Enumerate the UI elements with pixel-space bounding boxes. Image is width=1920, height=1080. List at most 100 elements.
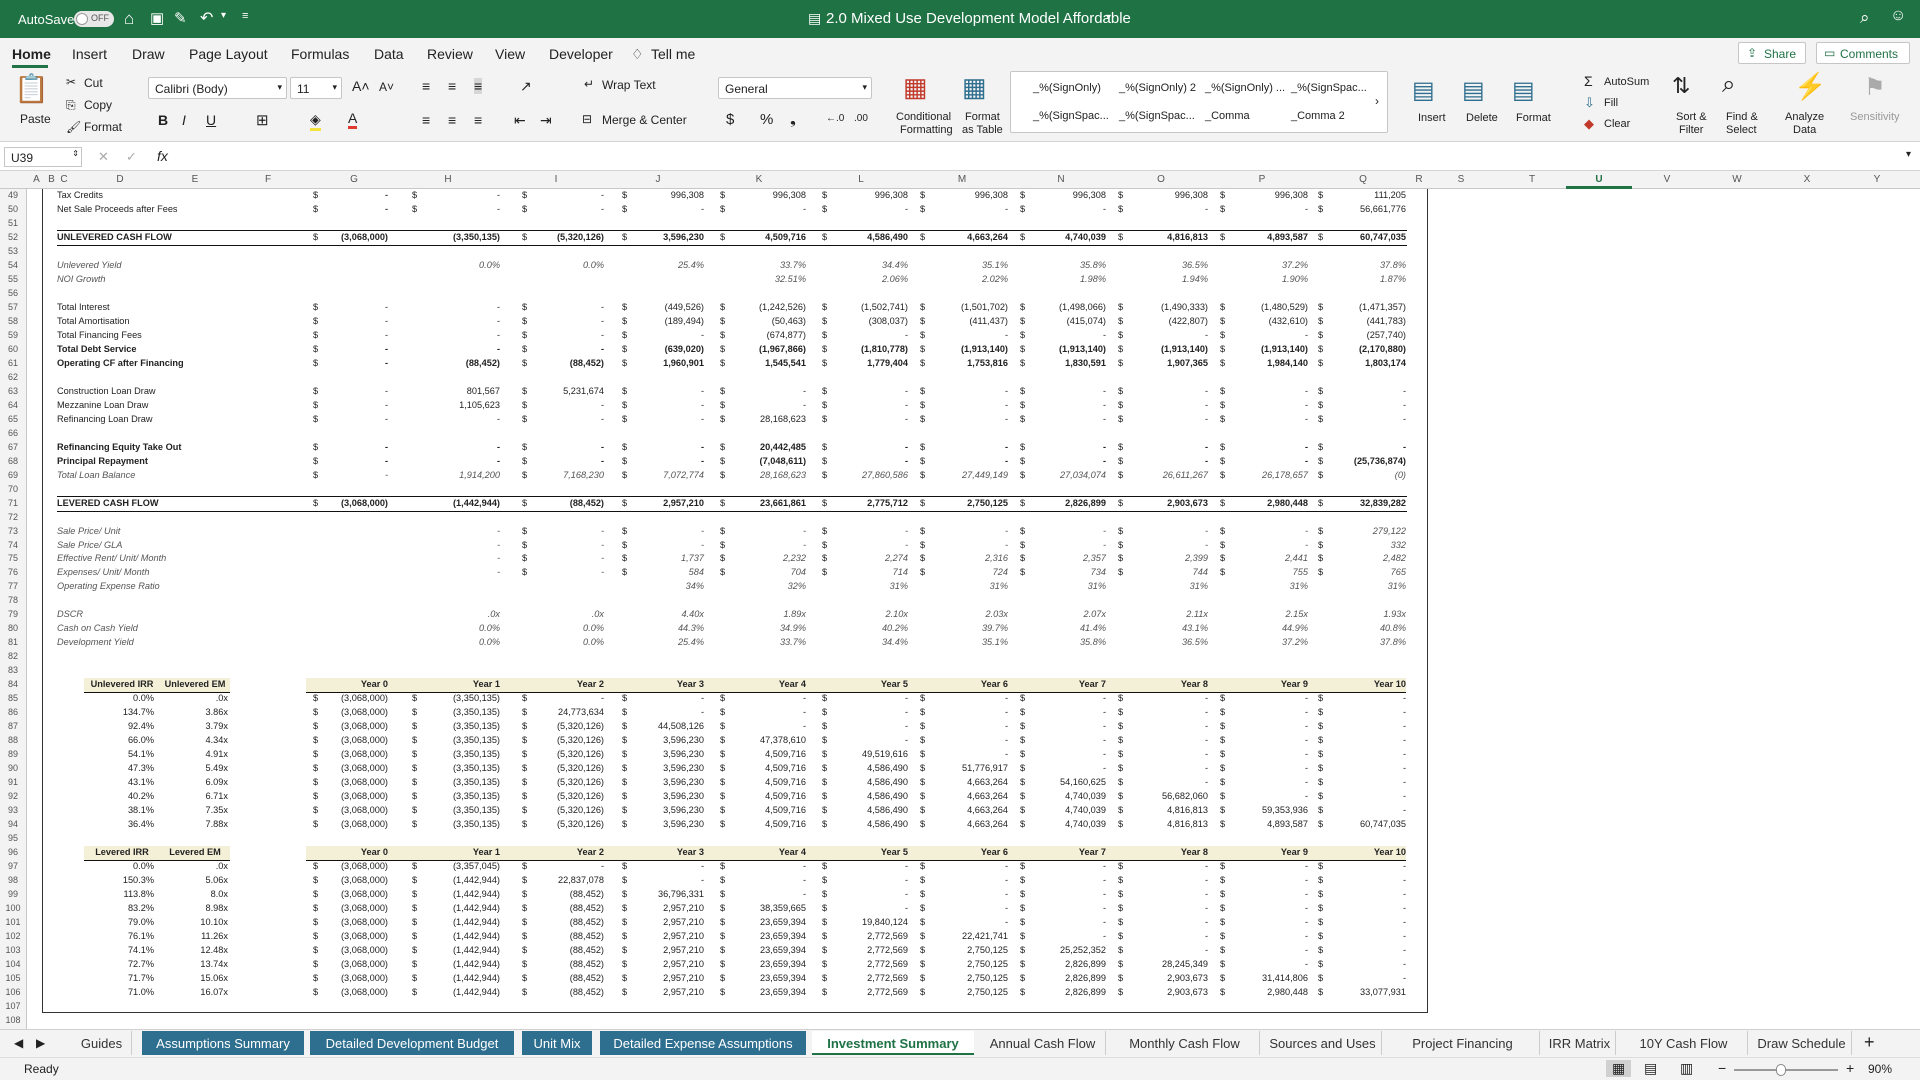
cell-value[interactable]: 2,232	[706, 552, 806, 565]
cash-flow-value[interactable]: -	[716, 874, 806, 887]
cell-value[interactable]: 25.4%	[604, 636, 704, 649]
row-header[interactable]: 101	[0, 916, 26, 930]
cell-value[interactable]: -	[908, 329, 1008, 342]
cash-flow-value[interactable]: 2,957,210	[614, 902, 704, 915]
cash-flow-value[interactable]: (3,068,000)	[298, 762, 388, 775]
column-header[interactable]: H	[392, 174, 504, 185]
cell-value[interactable]: -	[1108, 399, 1208, 412]
cell-value[interactable]: -	[1006, 525, 1106, 538]
cell-value[interactable]: 1.94%	[1108, 273, 1208, 286]
cell-value[interactable]: 1,960,901	[604, 357, 704, 370]
merge-center-button[interactable]: Merge & Center	[602, 113, 687, 127]
cash-flow-value[interactable]: (3,068,000)	[298, 734, 388, 747]
wrap-text-button[interactable]: Wrap Text	[602, 78, 656, 92]
cell-value[interactable]: 2,274	[808, 552, 908, 565]
cash-flow-value[interactable]: 23,659,394	[716, 930, 806, 943]
cell-value[interactable]: 3,596,230	[604, 231, 704, 244]
cell-value[interactable]: 31%	[1208, 580, 1308, 593]
cell-value[interactable]: -	[1006, 455, 1106, 468]
cell-value[interactable]: (1,480,529)	[1208, 301, 1308, 314]
cell-value[interactable]: (2,170,880)	[1306, 343, 1406, 356]
cash-flow-value[interactable]: -	[1016, 874, 1106, 887]
cash-flow-value[interactable]: (3,068,000)	[298, 958, 388, 971]
cell-value[interactable]: -	[706, 399, 806, 412]
style-item[interactable]: _%(SignOnly) ...	[1205, 82, 1285, 94]
copy-icon[interactable]: ⎘	[66, 98, 76, 113]
sheet-tab[interactable]: Draw Schedule	[1752, 1031, 1852, 1055]
column-header[interactable]: Q	[1312, 174, 1414, 185]
customize-toolbar-icon[interactable]: ≡	[242, 10, 248, 22]
cash-flow-value[interactable]: -	[1316, 734, 1406, 747]
cell-value[interactable]: 111,205	[1306, 189, 1406, 202]
cash-flow-value[interactable]: 19,840,124	[818, 916, 908, 929]
copy-button[interactable]: Copy	[84, 98, 112, 112]
cell-value[interactable]: 20,442,485	[706, 441, 806, 454]
cell-value[interactable]: 1.90%	[1208, 273, 1308, 286]
style-item[interactable]: _Comma	[1205, 110, 1250, 122]
row-header[interactable]: 66	[0, 427, 26, 441]
row-header[interactable]: 93	[0, 804, 26, 818]
cell-value[interactable]: 33.7%	[706, 259, 806, 272]
cell-value[interactable]: 37.2%	[1208, 636, 1308, 649]
cash-flow-value[interactable]: 4,509,716	[716, 776, 806, 789]
cell-value[interactable]: 31%	[908, 580, 1008, 593]
row-header[interactable]: 53	[0, 245, 26, 259]
cell-value[interactable]: -	[400, 189, 500, 202]
row-header[interactable]: 105	[0, 972, 26, 986]
row-header[interactable]: 85	[0, 692, 26, 706]
cash-flow-value[interactable]: -	[1218, 916, 1308, 929]
cash-flow-value[interactable]: 22,421,741	[918, 930, 1008, 943]
cell-value[interactable]: 32.51%	[706, 273, 806, 286]
unlevered-irr[interactable]: 38.1%	[84, 804, 154, 817]
cell-value[interactable]: 44.3%	[604, 622, 704, 635]
cell-value[interactable]: 31%	[1108, 580, 1208, 593]
cell-value[interactable]: 2.15x	[1208, 608, 1308, 621]
unlevered-em[interactable]: 7.88x	[160, 818, 228, 831]
cell-value[interactable]: (257,740)	[1306, 329, 1406, 342]
cell-value[interactable]: 996,308	[1108, 189, 1208, 202]
cell-value[interactable]: (308,037)	[808, 315, 908, 328]
cell-value[interactable]: 40.2%	[808, 622, 908, 635]
cell-value[interactable]: -	[400, 441, 500, 454]
levered-irr[interactable]: 113.8%	[84, 888, 154, 901]
decrease-decimal-icon[interactable]: .00	[854, 113, 868, 124]
format-cells-icon[interactable]: ▤	[1512, 76, 1535, 105]
cash-flow-value[interactable]: -	[1118, 916, 1208, 929]
cell-value[interactable]: 27,860,586	[808, 469, 908, 482]
page-break-view-icon[interactable]: ▥	[1680, 1060, 1693, 1077]
cash-flow-value[interactable]: -	[514, 692, 604, 705]
cell-value[interactable]: (25,736,874)	[1306, 455, 1406, 468]
search-icon[interactable]: ⌕	[1860, 8, 1870, 28]
cash-flow-value[interactable]: (3,068,000)	[298, 944, 388, 957]
cash-flow-value[interactable]: -	[1316, 762, 1406, 775]
cell-value[interactable]: -	[808, 203, 908, 216]
number-format-select[interactable]: General ▾	[718, 77, 872, 99]
cell-value[interactable]: 39.7%	[908, 622, 1008, 635]
cash-flow-value[interactable]: -	[1218, 706, 1308, 719]
cell-value[interactable]: -	[1208, 413, 1308, 426]
cell-value[interactable]: 27,449,149	[908, 469, 1008, 482]
conditional-formatting-icon[interactable]: ▦	[903, 72, 928, 103]
cell-value[interactable]: 2.11x	[1108, 608, 1208, 621]
cash-flow-value[interactable]: 47,378,610	[716, 734, 806, 747]
cell-value[interactable]: 60,747,035	[1306, 231, 1406, 244]
row-header[interactable]: 102	[0, 930, 26, 944]
cash-flow-value[interactable]: (3,068,000)	[298, 986, 388, 999]
cash-flow-value[interactable]: 3,596,230	[614, 734, 704, 747]
cell-styles-gallery[interactable]: _%(SignOnly) _%(SignOnly) 2 _%(SignOnly)…	[1010, 71, 1388, 133]
cash-flow-value[interactable]: (3,068,000)	[298, 972, 388, 985]
cell-value[interactable]: -	[1108, 329, 1208, 342]
sensitivity-icon[interactable]: ⚑	[1864, 73, 1886, 102]
cash-flow-value[interactable]: (1,442,944)	[410, 972, 500, 985]
column-header[interactable]: O	[1110, 174, 1212, 185]
cell-value[interactable]: 801,567	[400, 385, 500, 398]
cash-flow-value[interactable]: 4,740,039	[1016, 804, 1106, 817]
cell-value[interactable]: 1,105,623	[400, 399, 500, 412]
cell-value[interactable]: 1.98%	[1006, 273, 1106, 286]
row-header[interactable]: 90	[0, 762, 26, 776]
cash-flow-value[interactable]: -	[918, 692, 1008, 705]
cell-value[interactable]: -	[504, 566, 604, 579]
sheet-tab[interactable]: Annual Cash Flow	[980, 1031, 1106, 1055]
cash-flow-value[interactable]: 22,837,078	[514, 874, 604, 887]
cell-value[interactable]: -	[1108, 539, 1208, 552]
